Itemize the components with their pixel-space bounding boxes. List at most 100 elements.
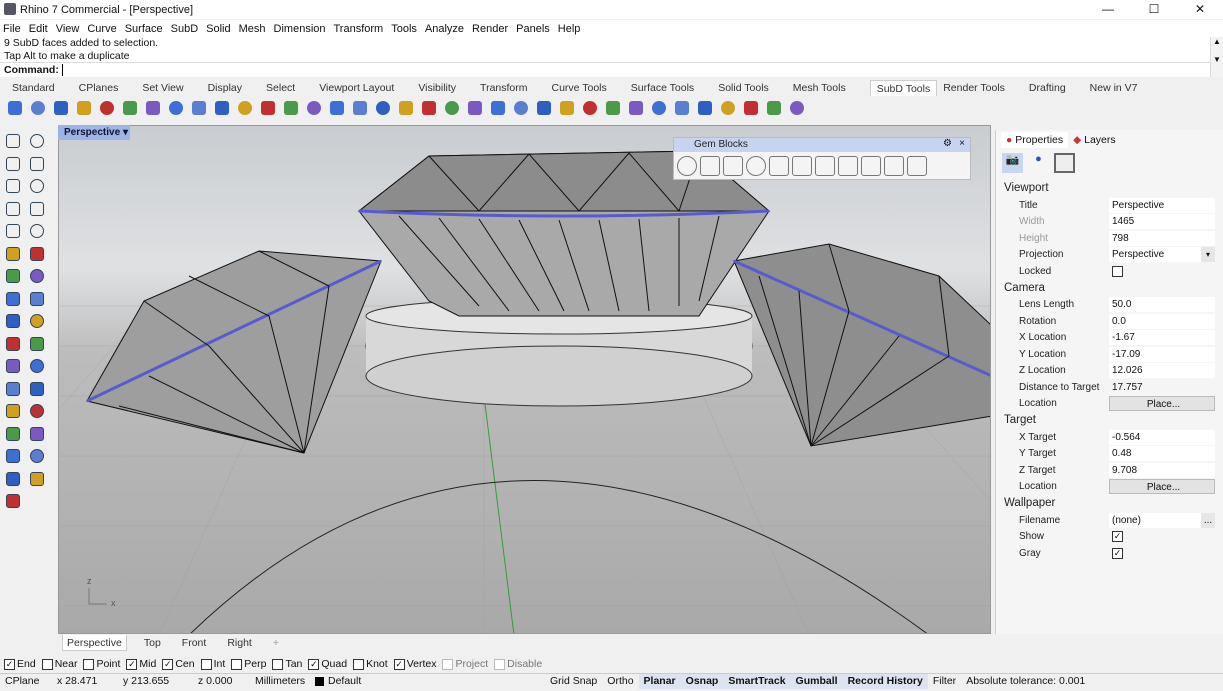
menu-render[interactable]: Render bbox=[472, 23, 508, 35]
bridge-icon[interactable] bbox=[280, 98, 302, 118]
camera-place-button[interactable]: Place... bbox=[1109, 396, 1215, 411]
command-scrollbar[interactable]: ▲▼ bbox=[1210, 37, 1223, 77]
menu-help[interactable]: Help bbox=[558, 23, 581, 35]
camera-icon[interactable]: 📷 bbox=[1002, 153, 1023, 173]
property-field[interactable]: -1.67 bbox=[1109, 330, 1215, 345]
offset-icon[interactable] bbox=[326, 98, 348, 118]
cylinder-icon[interactable] bbox=[2, 265, 24, 287]
asscher-gem-icon[interactable] bbox=[838, 156, 858, 176]
tab-visibility[interactable]: Visibility bbox=[418, 80, 467, 96]
square-gem-icon[interactable] bbox=[700, 156, 720, 176]
close-icon[interactable]: × bbox=[959, 138, 965, 149]
solid-icon[interactable] bbox=[26, 400, 48, 422]
subd-ball-icon[interactable] bbox=[188, 98, 210, 118]
explode-icon[interactable] bbox=[26, 288, 48, 310]
subd-cone-icon[interactable] bbox=[50, 98, 72, 118]
gem-icon[interactable] bbox=[694, 98, 716, 118]
text-icon[interactable] bbox=[2, 355, 24, 377]
subd-cylinder-icon[interactable] bbox=[27, 98, 49, 118]
line-icon[interactable] bbox=[2, 198, 24, 220]
viewport-title-tab[interactable]: Perspective ▾ bbox=[58, 125, 130, 140]
checkbox[interactable] bbox=[83, 659, 94, 670]
menu-tools[interactable]: Tools bbox=[391, 23, 417, 35]
round-gem-icon[interactable] bbox=[677, 156, 697, 176]
cplane-label[interactable]: CPlane bbox=[0, 674, 52, 689]
transform-icon[interactable] bbox=[2, 288, 24, 310]
property-field[interactable]: -0.564 bbox=[1109, 430, 1215, 445]
viewport-tab-perspective[interactable]: Perspective bbox=[62, 635, 127, 651]
toggle-smooth-icon[interactable] bbox=[510, 98, 532, 118]
tab-mesh-tools[interactable]: Mesh Tools bbox=[793, 80, 857, 96]
osnap-near[interactable]: Near bbox=[42, 658, 78, 670]
crease-icon[interactable] bbox=[395, 98, 417, 118]
subd-pipe-icon[interactable] bbox=[211, 98, 233, 118]
tab-display[interactable]: Display bbox=[208, 80, 253, 96]
checkbox[interactable]: ✓ bbox=[162, 659, 173, 670]
show-checkbox[interactable]: ✓ bbox=[1112, 531, 1123, 542]
reflect-icon[interactable] bbox=[533, 98, 555, 118]
mesh-icon[interactable] bbox=[487, 98, 509, 118]
toggle-smarttrack[interactable]: SmartTrack bbox=[723, 674, 790, 689]
text-object-icon[interactable] bbox=[26, 355, 48, 377]
checkbox[interactable] bbox=[353, 659, 364, 670]
tab-drafting[interactable]: Drafting bbox=[1029, 80, 1077, 96]
loft-icon[interactable] bbox=[579, 98, 601, 118]
subd-torus-icon[interactable] bbox=[142, 98, 164, 118]
menu-panels[interactable]: Panels bbox=[516, 23, 550, 35]
gray-checkbox[interactable]: ✓ bbox=[1112, 548, 1123, 559]
subdivide-icon[interactable] bbox=[464, 98, 486, 118]
multipipe-icon[interactable] bbox=[234, 98, 256, 118]
command-input[interactable]: Command: bbox=[0, 62, 1210, 77]
move-icon[interactable] bbox=[2, 310, 24, 332]
heart-gem-icon[interactable] bbox=[769, 156, 789, 176]
osnap-end[interactable]: ✓End bbox=[4, 658, 36, 670]
rectangle-icon[interactable] bbox=[26, 198, 48, 220]
maximize-button[interactable]: ☐ bbox=[1131, 0, 1177, 19]
checkbox[interactable] bbox=[494, 659, 505, 670]
object-properties-icon[interactable]: ● bbox=[1028, 153, 1049, 173]
tab-new-in-v7[interactable]: New in V7 bbox=[1090, 80, 1149, 96]
baguette-gem-icon[interactable] bbox=[907, 156, 927, 176]
ring-icon[interactable] bbox=[717, 98, 739, 118]
ellipse-icon[interactable] bbox=[26, 175, 48, 197]
rail-revolve-icon[interactable] bbox=[625, 98, 647, 118]
osnap-cen[interactable]: ✓Cen bbox=[162, 658, 194, 670]
append-icon[interactable] bbox=[257, 98, 279, 118]
browse-button[interactable]: ... bbox=[1201, 513, 1215, 528]
checkbox[interactable]: ✓ bbox=[308, 659, 319, 670]
tab-select[interactable]: Select bbox=[266, 80, 306, 96]
title-field[interactable]: Perspective bbox=[1109, 198, 1215, 213]
subd-box-icon[interactable] bbox=[4, 98, 26, 118]
subd-ellipsoid-icon[interactable] bbox=[119, 98, 141, 118]
stitch-icon[interactable] bbox=[372, 98, 394, 118]
subd-truncated-cone-icon[interactable] bbox=[73, 98, 95, 118]
menu-subd[interactable]: SubD bbox=[171, 23, 199, 35]
checkbox[interactable] bbox=[272, 659, 283, 670]
circle-icon[interactable] bbox=[2, 175, 24, 197]
select-icon[interactable] bbox=[2, 130, 24, 152]
viewport-frame-icon[interactable] bbox=[1054, 153, 1075, 173]
tab-solid-tools[interactable]: Solid Tools bbox=[718, 80, 780, 96]
gear-icon[interactable]: ⚙ bbox=[943, 138, 952, 149]
menu-curve[interactable]: Curve bbox=[87, 23, 116, 35]
checkbox[interactable] bbox=[231, 659, 242, 670]
emerald-gem-icon[interactable] bbox=[723, 156, 743, 176]
property-field[interactable]: 0.48 bbox=[1109, 446, 1215, 461]
sweep-icon[interactable] bbox=[602, 98, 624, 118]
viewport-tab-front[interactable]: Front bbox=[178, 635, 211, 651]
analyze-icon[interactable] bbox=[26, 468, 48, 490]
render-icon[interactable] bbox=[26, 445, 48, 467]
tab-viewport-layout[interactable]: Viewport Layout bbox=[319, 80, 405, 96]
menu-solid[interactable]: Solid bbox=[206, 23, 230, 35]
extrude-icon[interactable] bbox=[349, 98, 371, 118]
minimize-button[interactable]: — bbox=[1085, 0, 1131, 19]
scale-icon[interactable] bbox=[26, 333, 48, 355]
checkbox[interactable] bbox=[442, 659, 453, 670]
property-field[interactable]: 12.026 bbox=[1109, 363, 1215, 378]
tab-set-view[interactable]: Set View bbox=[142, 80, 194, 96]
toggle-gumball[interactable]: Gumball bbox=[791, 674, 843, 689]
osnap-int[interactable]: Int bbox=[201, 658, 226, 670]
property-field[interactable]: 50.0 bbox=[1109, 297, 1215, 312]
menu-dimension[interactable]: Dimension bbox=[274, 23, 326, 35]
add-viewport-tab-icon[interactable]: + bbox=[269, 635, 283, 651]
